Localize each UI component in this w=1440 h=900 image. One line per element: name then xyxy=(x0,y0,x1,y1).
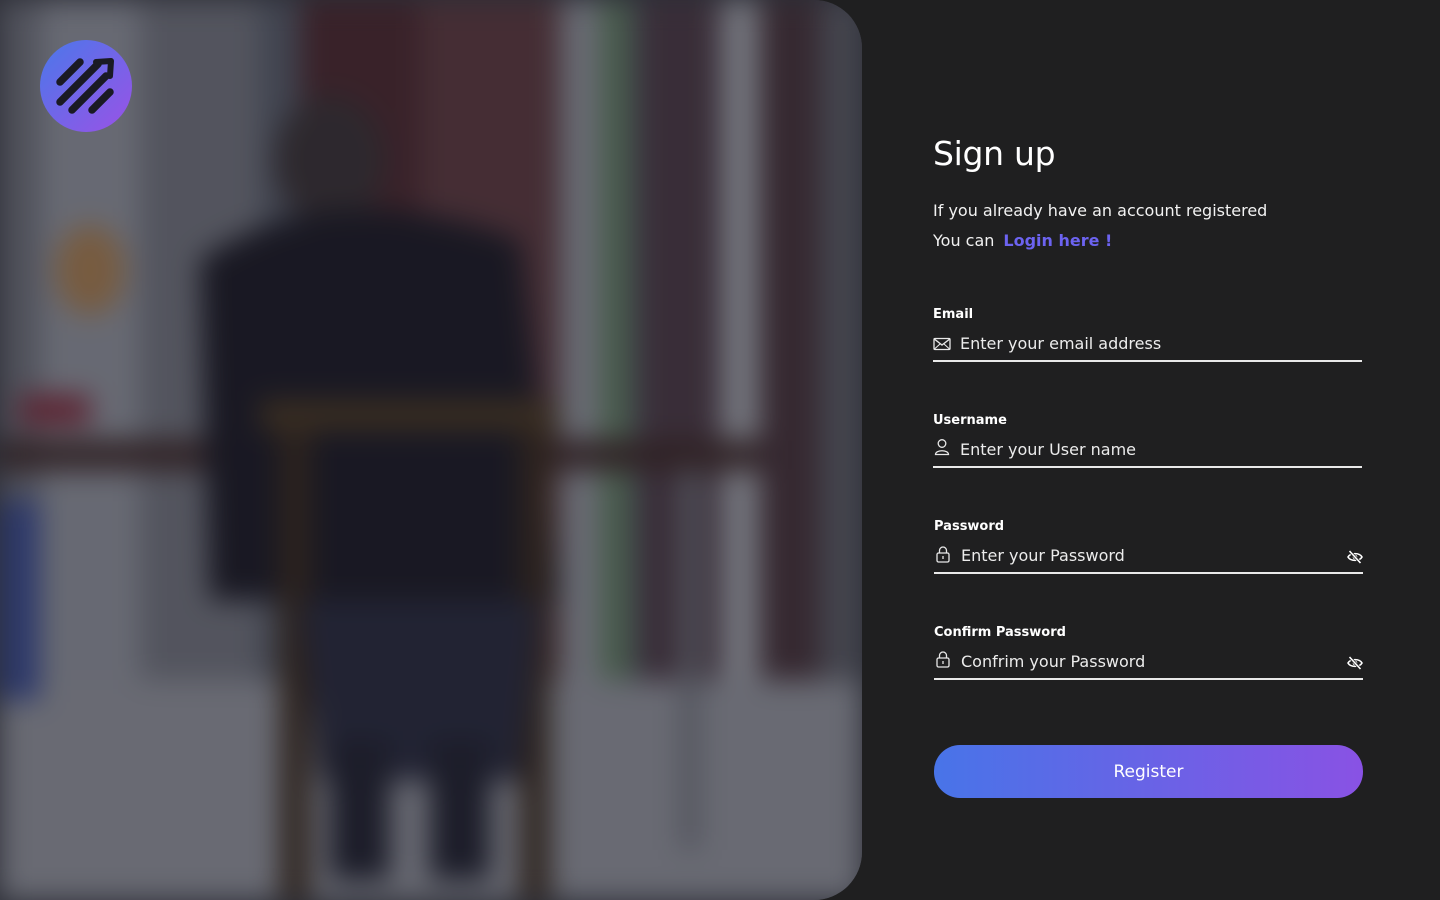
password-field-row xyxy=(934,541,1363,574)
login-prompt-prefix: You can xyxy=(933,231,995,250)
email-field-row xyxy=(933,329,1362,362)
eye-slash-icon[interactable] xyxy=(1347,549,1363,565)
username-label: Username xyxy=(933,413,1007,428)
page-title: Sign up xyxy=(933,134,1056,173)
user-icon xyxy=(934,439,950,456)
signup-form: Sign up If you already have an account r… xyxy=(933,0,1373,900)
email-label: Email xyxy=(933,307,974,322)
eye-slash-icon[interactable] xyxy=(1347,655,1363,671)
confirm-password-label: Confirm Password xyxy=(934,625,1066,640)
username-input[interactable] xyxy=(960,435,1330,463)
login-link[interactable]: Login here ! xyxy=(1003,231,1112,250)
email-input[interactable] xyxy=(960,329,1330,357)
signup-page: Sign up If you already have an account r… xyxy=(0,0,1440,900)
password-input[interactable] xyxy=(961,541,1331,569)
existing-account-hint: If you already have an account registere… xyxy=(933,201,1268,220)
lock-icon xyxy=(936,546,950,563)
login-prompt: You can Login here ! xyxy=(933,231,1112,250)
envelope-icon xyxy=(933,337,951,351)
lock-icon xyxy=(936,651,950,668)
confirm-password-input[interactable] xyxy=(961,647,1331,675)
confirm-password-field-row xyxy=(934,647,1363,680)
register-button[interactable]: Register xyxy=(934,745,1363,798)
password-label: Password xyxy=(934,519,1005,534)
diagonal-stripes-arrow-logo[interactable] xyxy=(40,40,132,132)
username-field-row xyxy=(933,435,1362,468)
hero-dark-overlay xyxy=(0,0,862,900)
hero-image-panel xyxy=(0,0,862,900)
